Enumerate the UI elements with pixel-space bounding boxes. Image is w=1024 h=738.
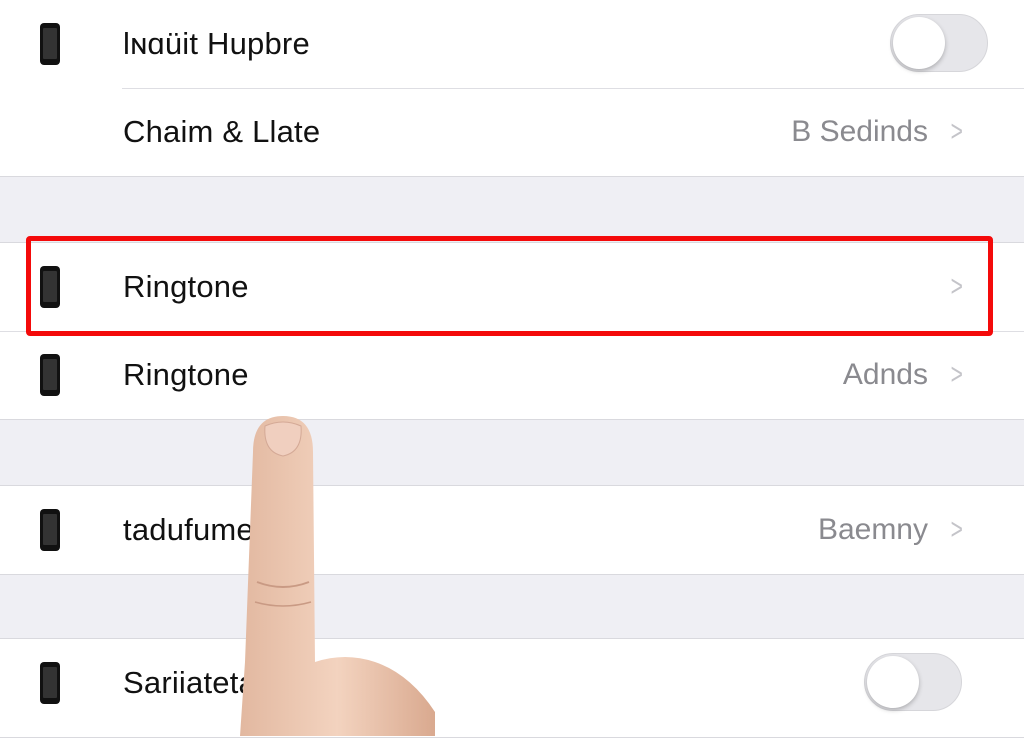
toggle-switch[interactable] [864,653,962,711]
phone-icon [40,23,60,65]
settings-row-toggle-2[interactable]: Sariiatetaps [0,639,1024,727]
pointing-finger-icon [240,416,435,736]
row-label: Chaim & Llate [123,114,321,149]
chevron-right-icon: > [951,513,964,546]
row-value: Baemny [817,513,928,546]
settings-section-1: lɴɑüit Hupbre Chaim & Llate B Sedinds > [0,0,1024,177]
row-label: lɴɑüit Hupbre [123,26,310,61]
settings-section-3: tadufume Baemny > [0,485,1024,575]
phone-icon [40,662,60,704]
toggle-knob [867,656,919,708]
row-value: B Sedinds [791,115,928,148]
settings-row-toggle-1[interactable]: lɴɑüit Hupbre [0,0,1024,88]
row-label: Ringtone [123,357,249,392]
settings-row-duration[interactable]: Chaim & Llate B Sedinds > [0,88,1024,176]
highlight-box [26,236,993,336]
row-value: Adnds [842,358,928,391]
settings-row-ringtone[interactable]: Ringtone Adnds > [0,331,1024,419]
settings-section-4: Sariiatetaps [0,638,1024,738]
chevron-right-icon: > [951,115,964,148]
phone-icon [40,509,60,551]
phone-icon [40,354,60,396]
toggle-knob [893,17,945,69]
chevron-right-icon: > [951,358,964,391]
toggle-switch[interactable] [890,14,988,72]
settings-row-3[interactable]: tadufume Baemny > [0,486,1024,574]
